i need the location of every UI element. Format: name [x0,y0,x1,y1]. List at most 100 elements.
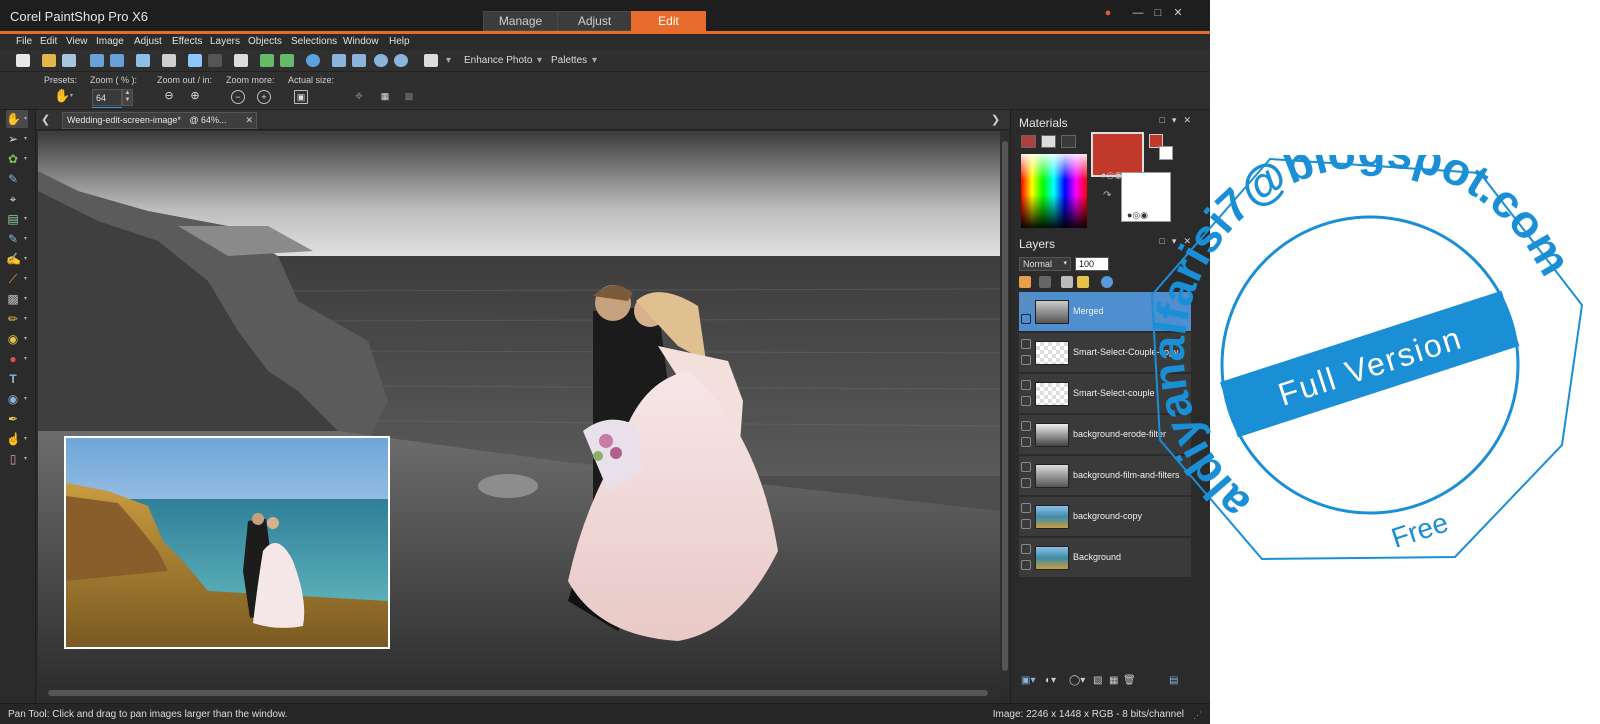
menu-selections[interactable]: Selections [291,36,337,47]
tool-paintbrush[interactable]: ✏ ▾ [6,310,28,328]
tool-clone[interactable]: ✍ ▾ [6,250,28,268]
eye-icon[interactable] [1021,314,1031,324]
palettes-menu[interactable]: Palettes [551,55,587,66]
layer-visibility-icon[interactable] [1021,503,1031,513]
zoom-spinner[interactable]: ▲ ▼ [122,89,133,106]
bg-style-buttons-icon[interactable]: ●◎◉ [1127,210,1148,221]
layer-lock-icon[interactable] [1077,276,1089,288]
zoom-slider[interactable] [92,107,122,108]
style-buttons-icon[interactable]: ●◎◉ [1101,170,1122,181]
menu-layers[interactable]: Layers [210,36,240,47]
rotate-right-icon[interactable] [280,54,294,67]
menu-objects[interactable]: Objects [248,36,282,47]
undo-icon[interactable] [188,54,202,67]
layout-icon[interactable] [424,54,438,67]
materials-panel-controls[interactable]: □▾✕ [1160,115,1199,126]
zoom-input[interactable] [92,89,122,106]
layer-visibility-icon[interactable] [1021,380,1031,390]
merge-layer-icon[interactable]: ▦ [1109,675,1118,686]
image-canvas[interactable] [38,131,1000,688]
tool-dropper[interactable]: ✎ [6,170,28,188]
tool-line[interactable]: ⟋ ▾ [6,270,28,288]
save-icon[interactable] [90,54,104,67]
eye-icon[interactable] [1021,396,1031,406]
horizontal-scroll-thumb[interactable] [48,690,988,696]
zoom-out-icon[interactable]: ⊖ [162,90,176,104]
open-folder-icon[interactable] [42,54,56,67]
eye-icon[interactable] [1021,519,1031,529]
tool-pan[interactable]: ✋ ▾ [6,110,28,128]
tool-pick[interactable]: ➢ ▾ [6,130,28,148]
layer-options-icon[interactable]: ▤ [1169,675,1178,686]
tool-smudge[interactable]: ☝ ▾ [6,430,28,448]
resize-icon[interactable] [234,54,248,67]
fit-window-icon[interactable] [332,54,346,67]
menu-image[interactable]: Image [96,36,124,47]
swatches-tab[interactable] [1021,135,1036,148]
layout-dropdown-arrow[interactable]: ▾ [446,55,451,66]
document-tab[interactable]: Wedding-edit-screen-image* @ 64%... ✕ [62,112,257,129]
info-icon[interactable] [306,54,320,67]
menu-help[interactable]: Help [389,36,410,47]
tool-dodge[interactable]: ◉ ▾ [6,330,28,348]
opacity-field[interactable]: 100 [1075,257,1109,271]
mask-layer-icon[interactable]: ◯▾ [1069,675,1085,686]
tool-eraser[interactable]: ▯ ▾ [6,450,28,468]
tab-scroll-right-icon[interactable]: ❯ [991,113,1000,126]
maximize-icon[interactable]: □ [1150,5,1166,21]
enhance-photo-arrow[interactable]: ▾ [537,55,542,66]
swap-colors-icon[interactable]: ↷ [1103,190,1111,201]
tool-straighten[interactable]: ▤ ▾ [6,210,28,228]
tool-makeover[interactable]: ✎ ▾ [6,230,28,248]
minimize-icon[interactable]: — [1130,5,1146,21]
layer-visibility-icon[interactable] [1021,421,1031,431]
layer-visibility-icon[interactable] [1021,462,1031,472]
browse-icon[interactable] [62,54,76,67]
actual-size-icon[interactable]: ▣ [294,90,308,104]
tool-text[interactable]: T [6,370,28,388]
enhance-photo-menu[interactable]: Enhance Photo [464,55,532,66]
zoom-in-icon[interactable]: ⊕ [188,90,202,104]
zoom-in-icon[interactable] [394,54,408,67]
eye-icon[interactable] [1021,560,1031,570]
palettes-arrow[interactable]: ▾ [592,55,597,66]
mixer-tab[interactable] [1061,135,1076,148]
layer-mask-icon[interactable] [1039,276,1051,288]
menu-effects[interactable]: Effects [172,36,202,47]
menu-adjust[interactable]: Adjust [134,36,162,47]
fit-icon[interactable]: ▩ [402,90,416,104]
eye-icon[interactable] [1021,437,1031,447]
tool-crop[interactable]: ⌖ [6,190,28,208]
layer-edit-icon[interactable] [1019,276,1031,288]
layer-link-icon[interactable] [1061,276,1073,288]
tool-gradient[interactable]: ▩ ▾ [6,290,28,308]
pan-preset-icon[interactable]: ✋ [54,88,70,104]
new-file-icon[interactable] [16,54,30,67]
rainbow-tab[interactable] [1041,135,1056,148]
tool-selection[interactable]: ✿ ▾ [6,150,28,168]
eye-icon[interactable] [1021,355,1031,365]
layer-visibility-icon[interactable] [1021,298,1031,308]
zoom-more-out-icon[interactable]: − [231,90,245,104]
presets-arrow[interactable]: ▾ [70,92,73,99]
delete-layer-icon[interactable]: 🗑 [1123,675,1136,686]
save-as-icon[interactable] [110,54,124,67]
zoom-more-in-icon[interactable]: + [257,90,271,104]
adjustment-layer-icon[interactable]: ◐▾ [1045,675,1056,686]
tab-edit[interactable]: Edit [631,11,706,31]
center-icon[interactable]: ▦ [378,90,392,104]
menu-edit[interactable]: Edit [40,36,57,47]
tool-color-replacer[interactable]: ● ▾ [6,350,28,368]
zoom-out-icon[interactable] [374,54,388,67]
vertical-scroll-thumb[interactable] [1002,141,1008,671]
tab-scroll-left-icon[interactable]: ❮ [41,113,50,126]
redo-icon[interactable] [208,54,222,67]
tool-shape[interactable]: ◉ ▾ [6,390,28,408]
tab-manage[interactable]: Manage [483,11,558,31]
menu-window[interactable]: Window [343,36,379,47]
blend-mode-select[interactable]: Normal ▾ [1019,257,1071,271]
close-document-icon[interactable]: ✕ [245,113,253,128]
menu-view[interactable]: View [66,36,88,47]
close-icon[interactable]: ✕ [1170,5,1186,21]
layer-visibility-icon[interactable] [1021,339,1031,349]
